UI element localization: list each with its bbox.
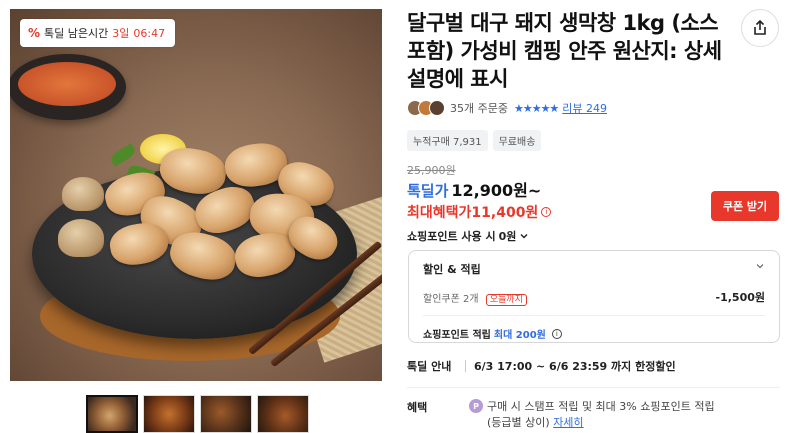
product-main-image: % 톡딜 남은시간 3일 06:47	[10, 9, 382, 381]
thumbnail-2[interactable]	[143, 395, 195, 433]
share-button[interactable]	[741, 9, 779, 47]
avatar	[429, 100, 445, 116]
deal-timer-badge: % 톡딜 남은시간 3일 06:47	[20, 19, 176, 47]
star-rating-icon: ★★★★★	[513, 101, 559, 115]
timer-days: 3일	[112, 27, 130, 40]
benefit-row: 혜택 P 구매 시 스탬프 적립 및 최대 3% 쇼핑포인트 적립 (등급별 상…	[407, 399, 715, 431]
deal-info-value: 6/3 17:00 ~ 6/6 23:59 까지 한정할인	[474, 360, 676, 373]
benefit-line-1: 구매 시 스탬프 적립 및 최대 3% 쇼핑포인트 적립	[487, 400, 715, 413]
divider	[407, 387, 780, 388]
point-earn-line: 쇼핑포인트 적립 최대 200원 i	[423, 326, 765, 341]
info-icon[interactable]: i	[551, 328, 562, 339]
deal-price: 12,900원~	[451, 181, 542, 200]
thumbnail-3[interactable]	[200, 395, 252, 433]
thumbnail-strip	[86, 395, 309, 433]
deal-price-label: 톡딜가	[407, 182, 449, 200]
coupon-button[interactable]: 쿠폰 받기	[711, 191, 779, 221]
point-earn-label: 쇼핑포인트 적립	[423, 330, 491, 341]
benefit-label: 혜택	[407, 401, 428, 414]
point-earn-max: 최대 200원	[493, 330, 546, 341]
review-link[interactable]: 리뷰 249	[562, 100, 607, 116]
timer-label: 톡딜 남은시간	[44, 27, 109, 40]
mushroom-image	[62, 177, 104, 211]
product-tags: 누적구매 7,931 무료배송	[407, 130, 542, 151]
mushroom-image	[58, 219, 104, 257]
thumbnail-4[interactable]	[257, 395, 309, 433]
chevron-down-icon	[520, 234, 528, 239]
max-benefit-row: 최대혜택가 11,400원 i	[407, 202, 552, 222]
divider	[465, 360, 466, 372]
discount-percent-icon: %	[28, 26, 41, 40]
order-count: 35개 주문중	[450, 102, 508, 115]
info-icon[interactable]: i	[541, 207, 552, 217]
timer-time: 06:47	[133, 26, 166, 40]
benefit-line-2: (등급별 상이)	[487, 416, 550, 429]
coupon-line: 할인쿠폰 2개 오늘까지 -1,500원	[423, 289, 765, 306]
deal-info-label: 톡딜 안내	[407, 360, 452, 373]
original-price: 25,900원	[407, 164, 456, 177]
chevron-down-icon	[756, 264, 764, 269]
tag-free-shipping: 무료배송	[492, 130, 542, 151]
coupon-amount: -1,500원	[715, 291, 765, 304]
thumbnail-1[interactable]	[86, 395, 138, 433]
divider	[423, 315, 765, 316]
panel-header[interactable]: 할인 & 적립	[423, 261, 765, 277]
sauce-bowl-image	[10, 54, 126, 120]
tag-cumulative-purchase: 누적구매 7,931	[407, 130, 488, 151]
benefit-text: 구매 시 스탬프 적립 및 최대 3% 쇼핑포인트 적립 (등급별 상이) 자세…	[487, 399, 715, 431]
benefit-detail-link[interactable]: 자세히	[553, 416, 583, 429]
discount-and-points-panel: 할인 & 적립 할인쿠폰 2개 오늘까지 -1,500원 쇼핑포인트 적립 최대…	[408, 250, 780, 343]
shopping-points-label: 쇼핑포인트 사용 시	[407, 230, 496, 243]
rating-row: 35개 주문중 ★★★★★ 리뷰 249	[407, 100, 607, 116]
panel-title: 할인 & 적립	[423, 263, 481, 276]
buyer-avatars	[407, 100, 445, 116]
deal-info-row: 톡딜 안내 6/3 17:00 ~ 6/6 23:59 까지 한정할인	[407, 358, 676, 374]
coupon-count: 할인쿠폰 2개	[423, 293, 479, 305]
max-benefit-label: 최대혜택가	[407, 205, 472, 221]
max-benefit-price: 11,400원	[471, 205, 539, 221]
share-icon	[754, 19, 766, 35]
deal-price-row: 톡딜가 12,900원~	[407, 177, 541, 201]
shopping-points-value: 0원	[498, 230, 517, 243]
shopping-points-toggle[interactable]: 쇼핑포인트 사용 시 0원	[407, 228, 529, 244]
point-badge-icon: P	[469, 399, 483, 413]
herb-leaf-image	[108, 143, 138, 167]
today-only-badge: 오늘까지	[485, 293, 527, 306]
product-title: 달구벌 대구 돼지 생막창 1kg (소스포함) 가성비 캠핑 안주 원산지: …	[407, 11, 722, 91]
